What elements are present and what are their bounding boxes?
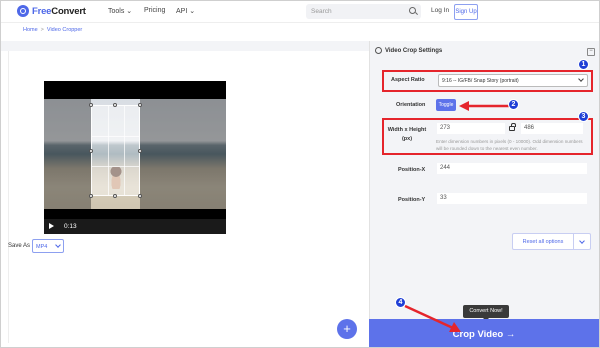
annotation-box bbox=[382, 118, 593, 155]
chevron-down-icon bbox=[579, 238, 585, 244]
logo[interactable]: FreeConvert bbox=[17, 5, 86, 17]
crop-grid-line bbox=[124, 106, 125, 195]
gear-icon bbox=[375, 47, 382, 54]
crop-handle[interactable] bbox=[89, 149, 93, 153]
crop-handle[interactable] bbox=[89, 103, 93, 107]
logo-free: Free bbox=[32, 5, 52, 17]
app-window: FreeConvert Tools ⌄ Pricing API ⌄ Search… bbox=[0, 0, 600, 348]
crop-handle[interactable] bbox=[113, 194, 117, 198]
crop-grid-line bbox=[92, 166, 139, 167]
position-x-input[interactable]: 244 bbox=[437, 163, 587, 174]
logo-icon bbox=[17, 5, 29, 17]
nav-api[interactable]: API ⌄ bbox=[176, 7, 195, 15]
logo-convert: Convert bbox=[51, 5, 86, 17]
breadcrumb-current[interactable]: Video Cropper bbox=[47, 27, 82, 33]
crop-grid-line bbox=[92, 136, 139, 137]
nav-tools[interactable]: Tools ⌄ bbox=[108, 7, 132, 15]
search-input[interactable]: Search bbox=[306, 4, 421, 19]
position-y-label: Position-Y bbox=[398, 197, 426, 203]
crop-handle[interactable] bbox=[113, 103, 117, 107]
annotation-arrow bbox=[459, 101, 509, 111]
annotation-badge: 1 bbox=[578, 59, 589, 70]
crop-handle[interactable] bbox=[138, 194, 142, 198]
position-y-input[interactable]: 33 bbox=[437, 193, 587, 204]
annotation-badge: 4 bbox=[395, 297, 406, 308]
crop-overlay-right bbox=[140, 99, 226, 209]
convert-now-tooltip: Convert Now! bbox=[463, 305, 509, 321]
chevron-down-icon: ⌄ bbox=[189, 8, 196, 15]
collapse-icon[interactable]: − bbox=[587, 48, 595, 56]
crop-handle[interactable] bbox=[138, 149, 142, 153]
annotation-box bbox=[382, 70, 593, 92]
play-icon[interactable] bbox=[49, 223, 54, 229]
search-icon[interactable] bbox=[409, 7, 416, 14]
breadcrumb-separator: > bbox=[40, 27, 44, 33]
crop-grid-line bbox=[108, 106, 109, 195]
search-placeholder: Search bbox=[311, 8, 332, 15]
crop-handle[interactable] bbox=[138, 103, 142, 107]
chevron-down-icon bbox=[55, 242, 61, 248]
add-file-button[interactable]: + bbox=[337, 319, 357, 339]
annotation-badge: 2 bbox=[508, 99, 519, 110]
nav-pricing[interactable]: Pricing bbox=[144, 7, 165, 14]
settings-title: Video Crop Settings bbox=[385, 47, 443, 54]
toggle-button[interactable]: Toggle bbox=[436, 99, 456, 111]
top-nav: FreeConvert Tools ⌄ Pricing API ⌄ Search… bbox=[1, 1, 599, 23]
signup-button[interactable]: Sign Up bbox=[454, 4, 478, 20]
reset-dropdown-button[interactable] bbox=[574, 233, 591, 250]
annotation-arrow bbox=[404, 304, 461, 332]
position-x-label: Position-X bbox=[398, 167, 426, 173]
crop-selection[interactable] bbox=[91, 105, 140, 196]
save-as-label: Save As bbox=[8, 243, 31, 249]
reset-options-button[interactable]: Reset all options bbox=[512, 233, 574, 250]
crop-overlay-left bbox=[44, 99, 91, 209]
workspace-header bbox=[1, 41, 369, 51]
annotation-badge: 3 bbox=[578, 111, 589, 122]
login-link[interactable]: Log In bbox=[431, 7, 449, 14]
orientation-label: Orientation bbox=[396, 102, 426, 108]
video-controls: 0:13 bbox=[44, 219, 226, 234]
arrow-right-icon: → bbox=[505, 329, 516, 340]
format-value: MP4 bbox=[36, 244, 48, 250]
crop-handle[interactable] bbox=[89, 194, 93, 198]
breadcrumb: Home > Video Cropper bbox=[23, 27, 82, 33]
settings-header: Video Crop Settings bbox=[375, 47, 442, 54]
format-select[interactable]: MP4 bbox=[32, 239, 64, 253]
chevron-down-icon: ⌄ bbox=[126, 8, 133, 15]
video-time: 0:13 bbox=[64, 223, 77, 230]
breadcrumb-home[interactable]: Home bbox=[23, 27, 38, 33]
